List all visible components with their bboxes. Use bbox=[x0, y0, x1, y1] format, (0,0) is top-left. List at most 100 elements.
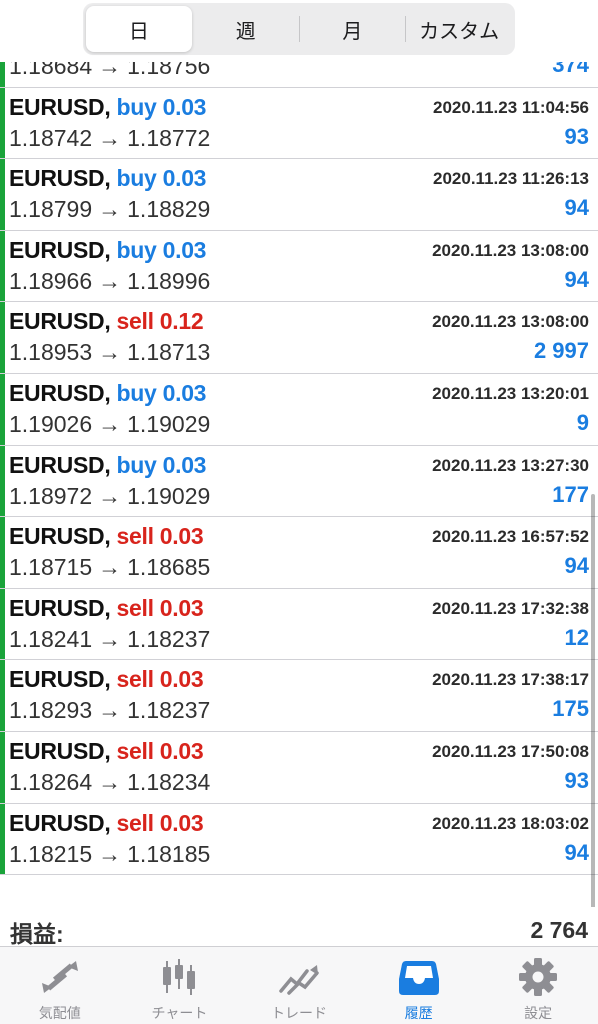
trade-profit: 374 bbox=[552, 62, 589, 77]
trade-close-price: 1.18772 bbox=[127, 124, 211, 151]
trade-open-price: 1.18293 bbox=[9, 697, 93, 724]
trade-symbol-line: EURUSD, buy 0.03 bbox=[9, 94, 206, 121]
trade-prices: 1.18264 → 1.18234 bbox=[9, 769, 210, 796]
trade-prices: 1.18241 → 1.18237 bbox=[9, 626, 210, 653]
trade-row[interactable]: EURUSD, buy 0.03 2020.11.23 11:26:13 1.187… bbox=[0, 159, 598, 231]
trade-symbol: EURUSD, bbox=[9, 165, 111, 192]
trade-close-price: 1.18237 bbox=[127, 697, 211, 724]
trade-row[interactable]: EURUSD, sell 0.03 2020.11.23 17:32:38 1.18… bbox=[0, 588, 598, 661]
trade-row[interactable]: EURUSD, buy 0.03 2020.11.23 11:04:56 1.187… bbox=[0, 87, 598, 160]
trade-volume: 0.12 bbox=[159, 308, 204, 335]
period-day-segment[interactable]: 日 bbox=[86, 6, 192, 52]
period-segmented-control: 日 週 月 カスタム bbox=[83, 3, 515, 55]
trade-type: buy bbox=[116, 236, 157, 263]
trade-close-price: 1.18829 bbox=[127, 196, 211, 223]
trade-time: 2020.11.23 13:27:30 bbox=[432, 455, 589, 475]
trade-row[interactable]: EURUSD, buy 0.032020.11.23 10:16:161.186… bbox=[0, 62, 598, 88]
trade-type: sell bbox=[116, 666, 154, 693]
candlestick-chart-icon bbox=[157, 957, 201, 997]
trade-profit: 94 bbox=[564, 553, 589, 579]
trade-row[interactable]: EURUSD, buy 0.03 2020.11.23 13:20:01 1.190… bbox=[0, 373, 598, 446]
trade-open-price: 1.18241 bbox=[9, 625, 93, 652]
trade-row[interactable]: EURUSD, sell 0.03 2020.11.23 17:50:08 1.18… bbox=[0, 731, 598, 804]
trade-open-price: 1.18742 bbox=[9, 124, 93, 151]
trade-symbol-line: EURUSD, sell 0.12 bbox=[9, 308, 204, 335]
trade-prices: 1.18953 → 1.18713 bbox=[9, 339, 210, 366]
trade-prices: 1.18799 → 1.18829 bbox=[9, 196, 210, 223]
trade-open-price: 1.18264 bbox=[9, 768, 93, 795]
price-arrow-icon: → bbox=[98, 267, 122, 294]
trade-row[interactable]: EURUSD, sell 0.12 2020.11.23 13:08:00 1.18… bbox=[0, 302, 598, 374]
price-arrow-icon: → bbox=[98, 62, 122, 79]
tab-quotes-label: 気配値 bbox=[38, 1005, 81, 1021]
trade-type: buy bbox=[116, 379, 157, 406]
tab-quotes[interactable]: 気配値 bbox=[0, 947, 120, 1024]
period-month-segment[interactable]: 月 bbox=[300, 6, 406, 52]
trade-prices: 1.18715 → 1.18685 bbox=[9, 554, 210, 581]
price-arrow-icon: → bbox=[98, 625, 122, 652]
trade-open-price: 1.18715 bbox=[9, 554, 93, 581]
profit-total-label: 損益: bbox=[10, 921, 64, 947]
price-arrow-icon: → bbox=[98, 124, 122, 151]
trade-symbol-line: EURUSD, buy 0.03 bbox=[9, 237, 206, 264]
price-arrow-icon: → bbox=[98, 196, 122, 223]
trade-profit: 12 bbox=[564, 624, 589, 650]
trade-symbol: EURUSD, bbox=[9, 523, 111, 550]
trade-profit: 94 bbox=[564, 195, 589, 221]
trade-time: 2020.11.23 17:50:08 bbox=[432, 741, 589, 761]
period-week-segment[interactable]: 週 bbox=[193, 6, 299, 52]
trade-row[interactable]: EURUSD, buy 0.03 2020.11.23 13:08:00 1.189… bbox=[0, 230, 598, 303]
trade-volume: 0.03 bbox=[162, 236, 207, 263]
trade-volume: 0.03 bbox=[162, 165, 207, 192]
trade-symbol: EURUSD, bbox=[9, 809, 111, 836]
period-custom-segment[interactable]: カスタム bbox=[406, 6, 512, 52]
trade-list-content: EURUSD, buy 0.032020.11.23 10:16:161.186… bbox=[0, 62, 598, 876]
tab-trade[interactable]: トレード bbox=[239, 947, 359, 1024]
tab-chart-label: チャート bbox=[151, 1005, 208, 1021]
profit-total-value: 2 764 bbox=[530, 917, 588, 943]
trade-profit: 9 bbox=[576, 409, 589, 435]
totals-row: 損益: 2 764 bbox=[0, 907, 598, 947]
trade-prices: 1.18742 → 1.18772 bbox=[9, 125, 210, 152]
price-arrow-icon: → bbox=[98, 554, 122, 581]
tab-settings[interactable]: 設定 bbox=[478, 947, 598, 1024]
trade-symbol-line: EURUSD, sell 0.03 bbox=[9, 594, 204, 622]
tab-trade-label: トレード bbox=[270, 1005, 327, 1021]
trade-symbol-line: EURUSD, sell 0.03 bbox=[9, 809, 204, 837]
trade-symbol-line: EURUSD, buy 0.03 bbox=[9, 380, 206, 407]
trade-symbol: EURUSD, bbox=[9, 666, 111, 693]
trade-row[interactable]: EURUSD, buy 0.03 2020.11.23 13:27:30 1.189… bbox=[0, 445, 598, 518]
trade-profit: 93 bbox=[564, 123, 589, 149]
tab-chart[interactable]: チャート bbox=[120, 947, 240, 1024]
trade-type: sell bbox=[116, 594, 154, 621]
trade-history-list[interactable]: EURUSD, buy 0.032020.11.23 10:16:161.186… bbox=[0, 62, 598, 907]
trade-time: 2020.11.23 17:38:17 bbox=[432, 670, 589, 690]
trade-time: 2020.11.23 11:04:56 bbox=[433, 97, 589, 117]
trade-close-price: 1.19029 bbox=[127, 482, 211, 509]
trade-open-price: 1.18799 bbox=[9, 196, 93, 223]
trade-symbol: EURUSD, bbox=[9, 308, 111, 335]
trade-symbol: EURUSD, bbox=[9, 737, 111, 764]
trade-close-price: 1.18685 bbox=[127, 554, 211, 581]
price-arrow-icon: → bbox=[98, 840, 122, 867]
trade-open-price: 1.18953 bbox=[9, 339, 93, 366]
trade-symbol: EURUSD, bbox=[9, 379, 111, 406]
list-scrollbar[interactable] bbox=[591, 494, 595, 907]
trade-volume: 0.03 bbox=[159, 809, 204, 836]
trade-symbol-line: EURUSD, sell 0.03 bbox=[9, 523, 204, 550]
trade-type: sell bbox=[116, 737, 154, 764]
trade-symbol-line: EURUSD, sell 0.03 bbox=[9, 737, 204, 765]
trade-row[interactable]: EURUSD, sell 0.03 2020.11.23 17:38:17 1.18… bbox=[0, 660, 598, 732]
trade-profit: 94 bbox=[564, 266, 589, 292]
price-arrow-icon: → bbox=[98, 697, 122, 724]
tab-settings-label: 設定 bbox=[524, 1005, 553, 1021]
trade-volume: 0.03 bbox=[159, 666, 204, 693]
trade-row[interactable]: EURUSD, sell 0.03 2020.11.23 16:57:52 1.18… bbox=[0, 517, 598, 589]
trade-row[interactable]: EURUSD, sell 0.03 2020.11.23 18:03:02 1.18… bbox=[0, 803, 598, 876]
trade-close-price: 1.18756 bbox=[127, 62, 211, 79]
trade-profit: 175 bbox=[552, 696, 589, 722]
trade-prices: 1.18966 → 1.18996 bbox=[9, 268, 210, 295]
trade-open-price: 1.18215 bbox=[9, 840, 93, 867]
tab-history[interactable]: 履歴 bbox=[359, 947, 479, 1024]
trade-type: buy bbox=[116, 93, 157, 120]
